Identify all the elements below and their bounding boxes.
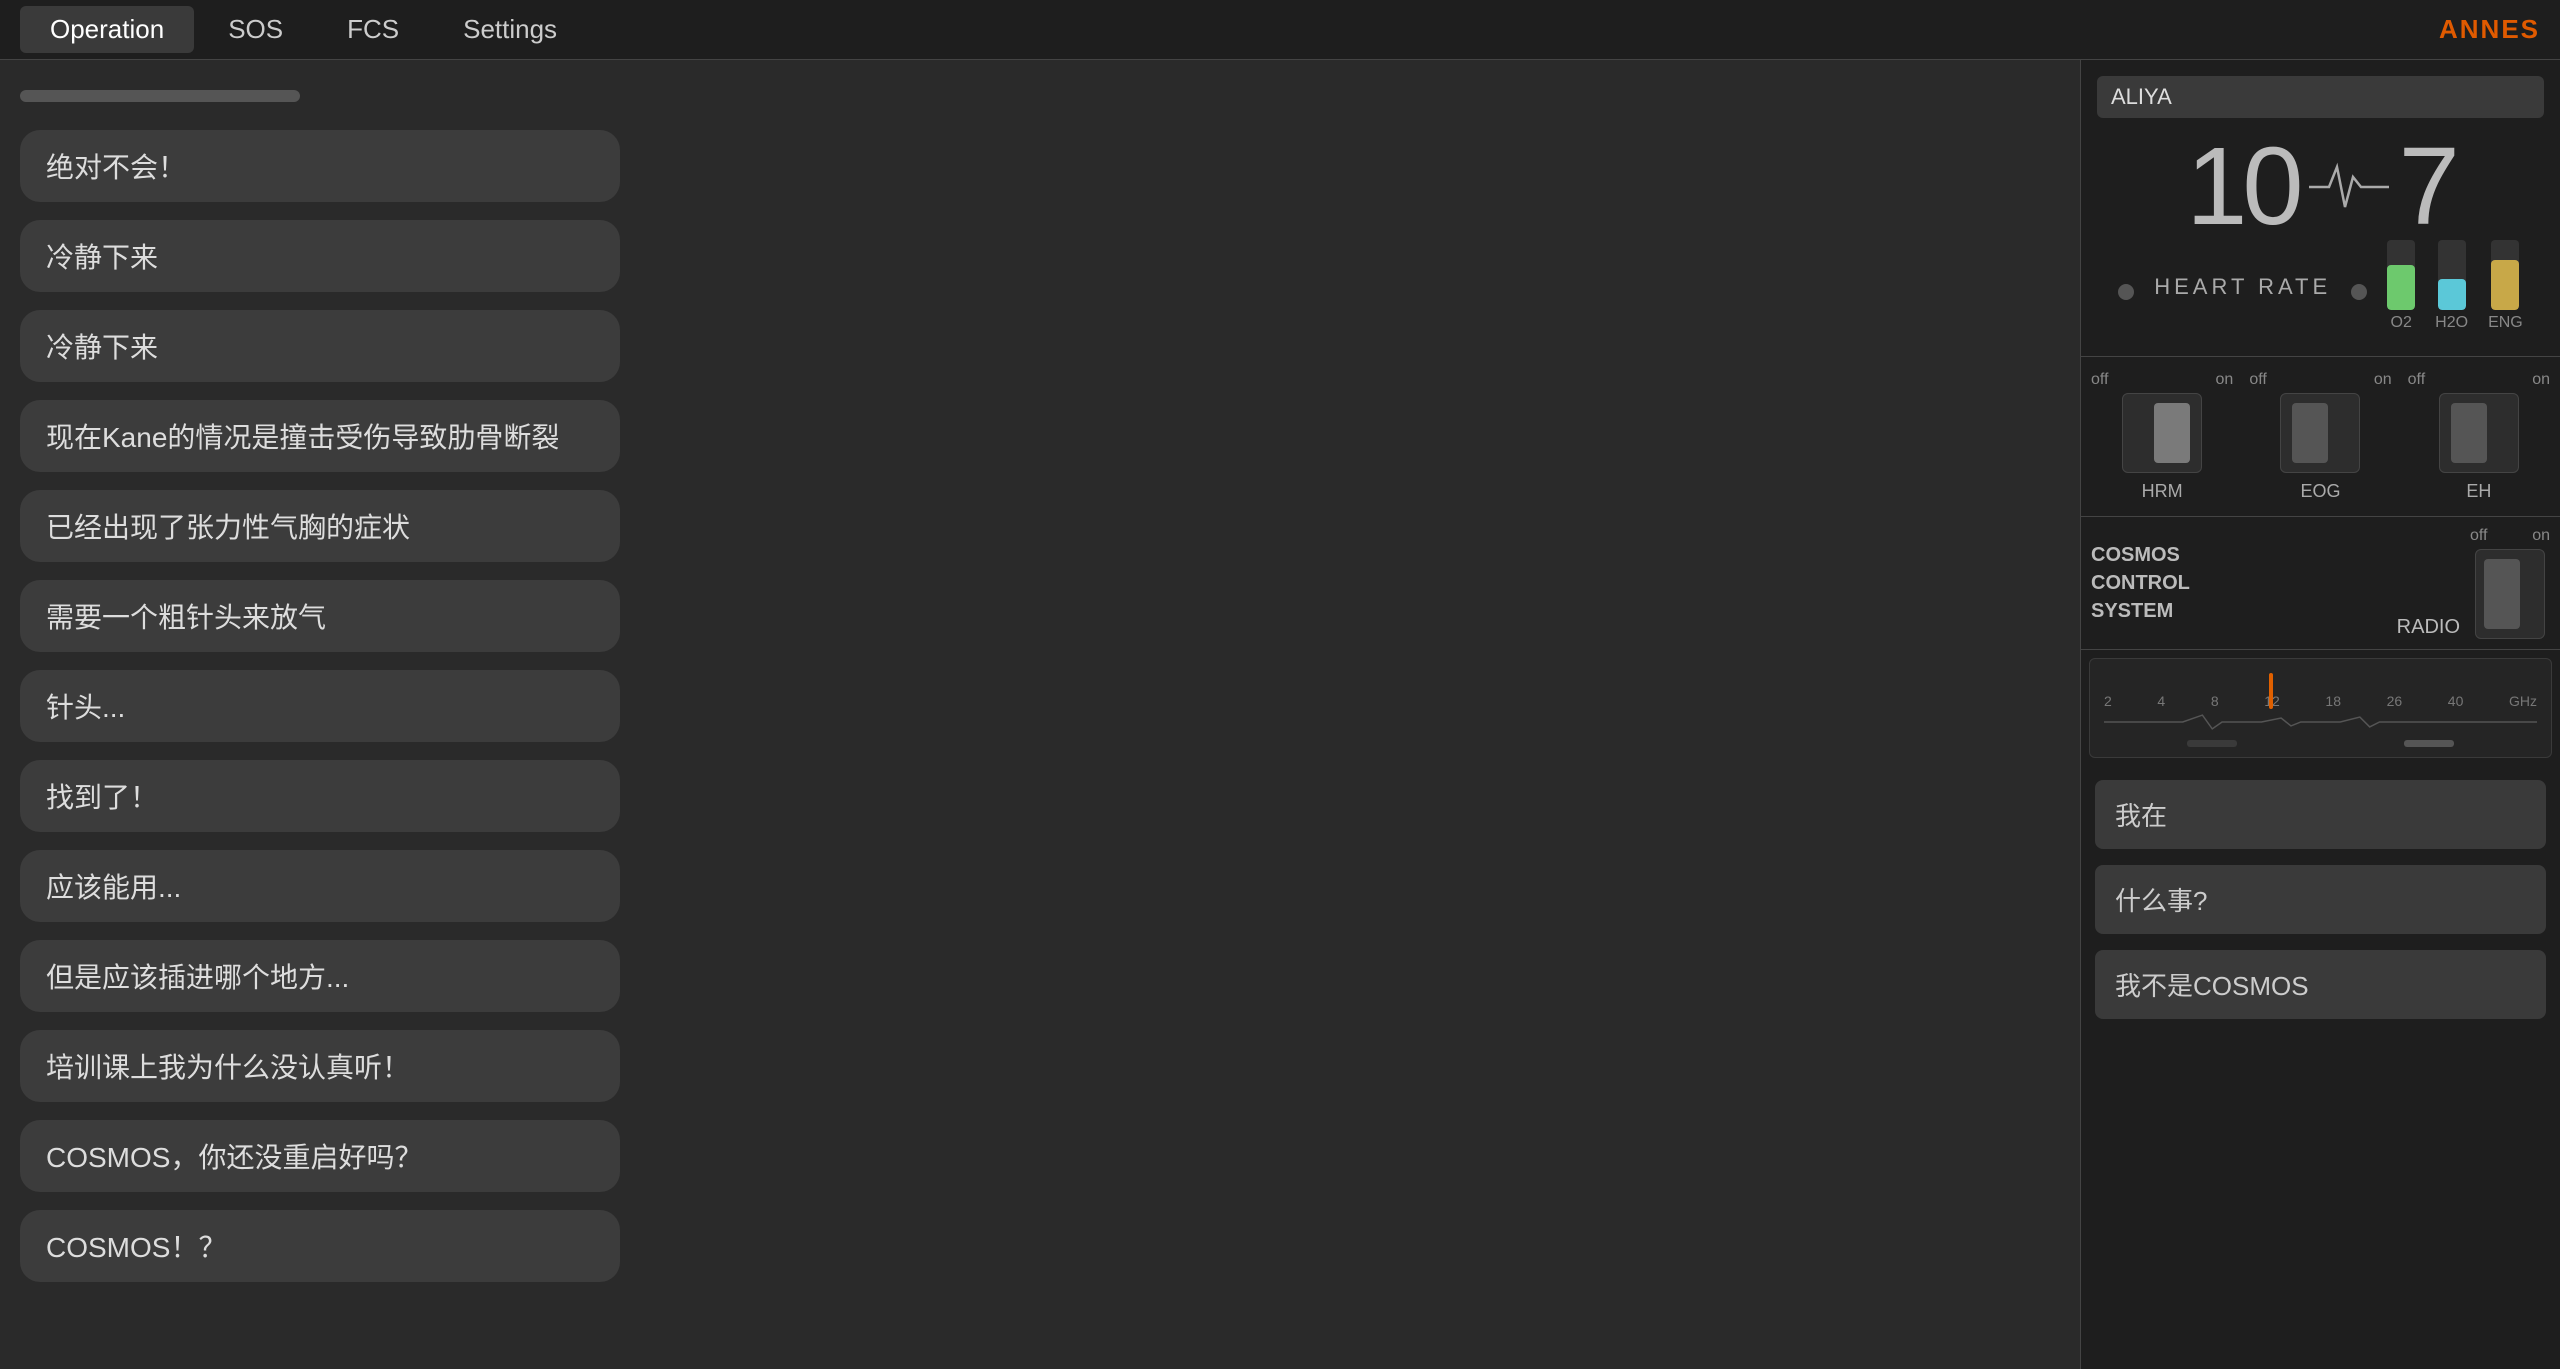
heart-rate-display: 10 7: [2097, 132, 2544, 242]
gauge-eng: ENG: [2488, 240, 2523, 332]
toggle-hrm-labels: off on: [2091, 371, 2233, 389]
freq-tick-26: 26: [2387, 693, 2403, 709]
tab-fcs[interactable]: FCS: [317, 6, 429, 53]
freq-tick-2: 2: [2104, 693, 2112, 709]
gauge-row: HEART RATE O2 H2O: [2097, 252, 2544, 332]
gauge-o2: O2: [2387, 240, 2415, 332]
chat-bubble-1[interactable]: 绝对不会！: [20, 130, 620, 202]
option-btn-3[interactable]: 我不是COSMOS: [2095, 950, 2546, 1019]
freq-tick-ghz: GHz: [2509, 693, 2537, 709]
chat-bubble-6[interactable]: 需要一个粗针头来放气: [20, 580, 620, 652]
chat-bubble-8[interactable]: 找到了！: [20, 760, 620, 832]
tab-sos[interactable]: SOS: [198, 6, 313, 53]
radio-toggle-switch[interactable]: [2475, 549, 2545, 639]
hr-number-suffix: 7: [2399, 132, 2455, 242]
gauge-dot-left: [2118, 284, 2134, 300]
brand-logo: ANNES: [2439, 14, 2540, 45]
navbar: Operation SOS FCS Settings ANNES: [0, 0, 2560, 60]
patient-name-bar: ALIYA: [2097, 76, 2544, 118]
right-panel: ALIYA 10 7 HEART RATE O2: [2080, 60, 2560, 1369]
radio-toggle-on: on: [2532, 527, 2550, 545]
chat-bubble-13[interactable]: COSMOS！？: [20, 1210, 620, 1282]
cosmos-line1: COSMOS: [2091, 541, 2387, 569]
toggle-eh: off on EH: [2408, 371, 2550, 502]
vitals-section: ALIYA 10 7 HEART RATE O2: [2081, 60, 2560, 357]
radio-toggle-slider: [2484, 559, 2520, 629]
freq-wave-icon: [2104, 713, 2537, 731]
gauge-h2o-bar: [2438, 279, 2466, 311]
chat-bubble-12[interactable]: COSMOS，你还没重启好吗？: [20, 1120, 620, 1192]
toggle-eh-switch[interactable]: [2439, 393, 2519, 473]
radio-section: COSMOS CONTROL SYSTEM RADIO off on: [2081, 517, 2560, 650]
gauge-eng-bar: [2491, 260, 2519, 310]
freq-tick-40: 40: [2448, 693, 2464, 709]
options-panel: 我在什么事? 我不是COSMOS: [2081, 766, 2560, 1369]
cosmos-label: COSMOS CONTROL SYSTEM: [2091, 527, 2387, 639]
radio-label: RADIO: [2397, 616, 2460, 639]
freq-tick-18: 18: [2325, 693, 2341, 709]
freq-marker: [2269, 673, 2273, 709]
toggle-eog-labels: off on: [2249, 371, 2391, 389]
freq-display: 2 4 8 12 18 26 40 GHz: [2089, 658, 2552, 758]
toggle-hrm-on: on: [2216, 371, 2234, 389]
toggle-hrm-slider: [2154, 403, 2190, 463]
chat-bubble-7[interactable]: 针头...: [20, 670, 620, 742]
toggle-eog-off: off: [2249, 371, 2267, 389]
toggles-row: off on HRM off on EOG: [2081, 357, 2560, 517]
main-layout: 绝对不会！冷静下来冷静下来现在Kane的情况是撞击受伤导致肋骨断裂已经出现了张力…: [0, 60, 2560, 1369]
hr-number-main: 10: [2186, 132, 2298, 242]
toggle-eog-on: on: [2374, 371, 2392, 389]
cosmos-line2: CONTROL: [2091, 569, 2387, 597]
toggle-eh-on: on: [2532, 371, 2550, 389]
toggle-eog-name: EOG: [2300, 481, 2340, 502]
freq-slider-thumb[interactable]: [2404, 740, 2454, 747]
option-btn-1[interactable]: 我在: [2095, 780, 2546, 849]
gauge-dot-right: [2351, 284, 2367, 300]
gauge-h2o-label: H2O: [2435, 314, 2468, 332]
radio-toggle-labels: off on: [2470, 527, 2550, 545]
toggle-eog-switch[interactable]: [2280, 393, 2360, 473]
toggle-eog-slider: [2292, 403, 2328, 463]
toggle-hrm-off: off: [2091, 371, 2109, 389]
chat-bubble-11[interactable]: 培训课上我为什么没认真听！: [20, 1030, 620, 1102]
gauge-h2o: H2O: [2435, 240, 2468, 332]
gauge-eng-label: ENG: [2488, 314, 2523, 332]
chat-bubble-4[interactable]: 现在Kane的情况是撞击受伤导致肋骨断裂: [20, 400, 620, 472]
freq-tick-8: 8: [2211, 693, 2219, 709]
toggle-eh-labels: off on: [2408, 371, 2550, 389]
patient-name: ALIYA: [2111, 84, 2172, 110]
radio-toggle-wrap: off on: [2470, 527, 2550, 639]
gauge-o2-label: O2: [2391, 314, 2412, 332]
cosmos-line3: SYSTEM: [2091, 597, 2387, 625]
freq-scale: 2 4 8 12 18 26 40 GHz: [2104, 669, 2537, 709]
radio-toggle-off: off: [2470, 527, 2488, 545]
chat-bubble-3[interactable]: 冷静下来: [20, 310, 620, 382]
chat-bubble-5[interactable]: 已经出现了张力性气胸的症状: [20, 490, 620, 562]
chat-bubble-9[interactable]: 应该能用...: [20, 850, 620, 922]
freq-tick-4: 4: [2157, 693, 2165, 709]
toggle-hrm: off on HRM: [2091, 371, 2233, 502]
tab-settings[interactable]: Settings: [433, 6, 587, 53]
chat-panel: 绝对不会！冷静下来冷静下来现在Kane的情况是撞击受伤导致肋骨断裂已经出现了张力…: [0, 60, 2080, 1369]
toggle-hrm-switch[interactable]: [2122, 393, 2202, 473]
hr-wave-icon: [2309, 157, 2389, 217]
scroll-indicator: [20, 90, 300, 102]
hr-label: HEART RATE: [2154, 274, 2331, 300]
toggle-eog: off on EOG: [2249, 371, 2391, 502]
toggle-eh-off: off: [2408, 371, 2426, 389]
tab-operation[interactable]: Operation: [20, 6, 194, 53]
toggle-hrm-name: HRM: [2142, 481, 2183, 502]
chat-bubble-2[interactable]: 冷静下来: [20, 220, 620, 292]
toggle-eh-slider: [2451, 403, 2487, 463]
chat-bubble-10[interactable]: 但是应该插进哪个地方...: [20, 940, 620, 1012]
gauge-o2-bar: [2387, 265, 2415, 311]
toggle-eh-name: EH: [2466, 481, 2491, 502]
option-btn-2[interactable]: 什么事?: [2095, 865, 2546, 934]
